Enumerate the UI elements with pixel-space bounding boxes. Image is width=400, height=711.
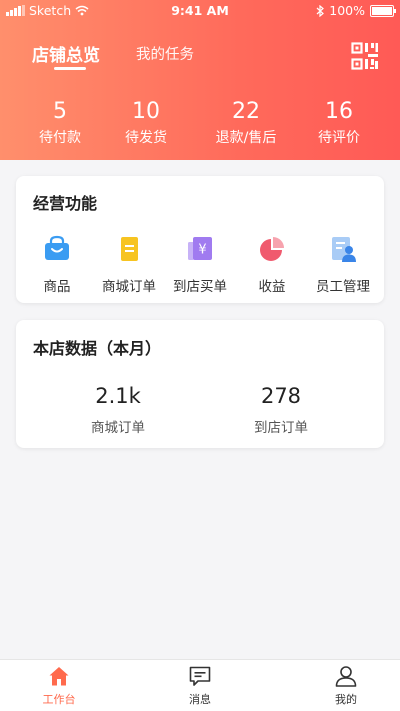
status-right: 100% xyxy=(316,3,396,18)
stat-refund-aftersale[interactable]: 22 退款/售后 xyxy=(206,99,286,147)
function-label: 员工管理 xyxy=(316,279,370,295)
functions-title: 经营功能 xyxy=(33,194,98,213)
battery-percent: 100% xyxy=(329,3,365,18)
stat-pending-shipment[interactable]: 10 待发货 xyxy=(106,99,186,147)
stat-value: 5 xyxy=(53,99,67,124)
tabbar-mine[interactable]: 我的 xyxy=(306,664,386,707)
function-label: 到店买单 xyxy=(173,279,227,295)
data-label: 到店订单 xyxy=(254,420,308,436)
message-icon xyxy=(189,666,211,686)
shopping-bag-icon xyxy=(45,235,69,260)
data-value: 2.1k xyxy=(95,384,141,408)
function-revenue[interactable]: 收益 xyxy=(237,234,307,295)
tab-store-overview[interactable]: 店铺总览 xyxy=(32,41,100,66)
home-icon xyxy=(49,667,69,686)
function-staff-management[interactable]: 员工管理 xyxy=(308,234,378,295)
store-data-title: 本店数据（本月） xyxy=(33,339,162,358)
stat-label: 待发货 xyxy=(125,130,167,146)
stat-pending-payment[interactable]: 5 待付款 xyxy=(20,99,100,147)
tabbar-label: 我的 xyxy=(335,693,357,706)
function-label: 商城订单 xyxy=(102,279,156,295)
qr-code-icon[interactable] xyxy=(351,42,379,70)
function-in-store-pay[interactable]: ¥ 到店买单 xyxy=(165,234,235,295)
bottom-tab-bar: 工作台 消息 我的 xyxy=(0,659,400,711)
data-label: 商城订单 xyxy=(91,420,145,436)
data-in-store-orders[interactable]: 278 到店订单 xyxy=(201,384,361,436)
svg-text:¥: ¥ xyxy=(198,243,206,258)
stat-label: 待付款 xyxy=(39,130,81,146)
function-label: 商品 xyxy=(43,279,71,295)
tabbar-workbench[interactable]: 工作台 xyxy=(19,664,99,707)
stat-value: 22 xyxy=(232,99,260,124)
stat-value: 16 xyxy=(325,99,353,124)
stat-label: 退款/售后 xyxy=(215,130,277,146)
function-mall-orders[interactable]: 商城订单 xyxy=(94,234,164,295)
stat-value: 10 xyxy=(132,99,160,124)
bluetooth-icon xyxy=(316,4,325,17)
tabbar-label: 消息 xyxy=(189,693,211,706)
tabbar-messages[interactable]: 消息 xyxy=(160,664,240,707)
tab-my-tasks[interactable]: 我的任务 xyxy=(136,43,194,64)
battery-icon xyxy=(370,4,396,17)
status-bar: Sketch 9:41 AM 100% xyxy=(0,0,400,22)
tabbar-label: 工作台 xyxy=(42,693,76,706)
order-list-icon xyxy=(121,237,138,261)
staff-icon xyxy=(332,237,356,262)
tab-active-indicator xyxy=(54,67,86,70)
user-icon xyxy=(335,666,357,687)
data-mall-orders[interactable]: 2.1k 商城订单 xyxy=(38,384,198,436)
pie-chart-icon xyxy=(260,237,284,261)
data-value: 278 xyxy=(260,384,302,408)
stat-pending-review[interactable]: 16 待评价 xyxy=(299,99,379,147)
function-label: 收益 xyxy=(258,279,286,295)
function-products[interactable]: 商品 xyxy=(22,234,92,295)
stat-label: 待评价 xyxy=(318,130,360,146)
store-data-card: 本店数据（本月） 2.1k 商城订单 278 到店订单 xyxy=(16,320,384,448)
yuan-payment-icon: ¥ xyxy=(188,237,212,260)
header: Sketch 9:41 AM 100% 店铺总览 我的任务 5 待付款 10 待… xyxy=(0,0,400,160)
functions-card: 经营功能 商品 商城订单 ¥ 到店买单 收益 员工管理 xyxy=(16,176,384,303)
